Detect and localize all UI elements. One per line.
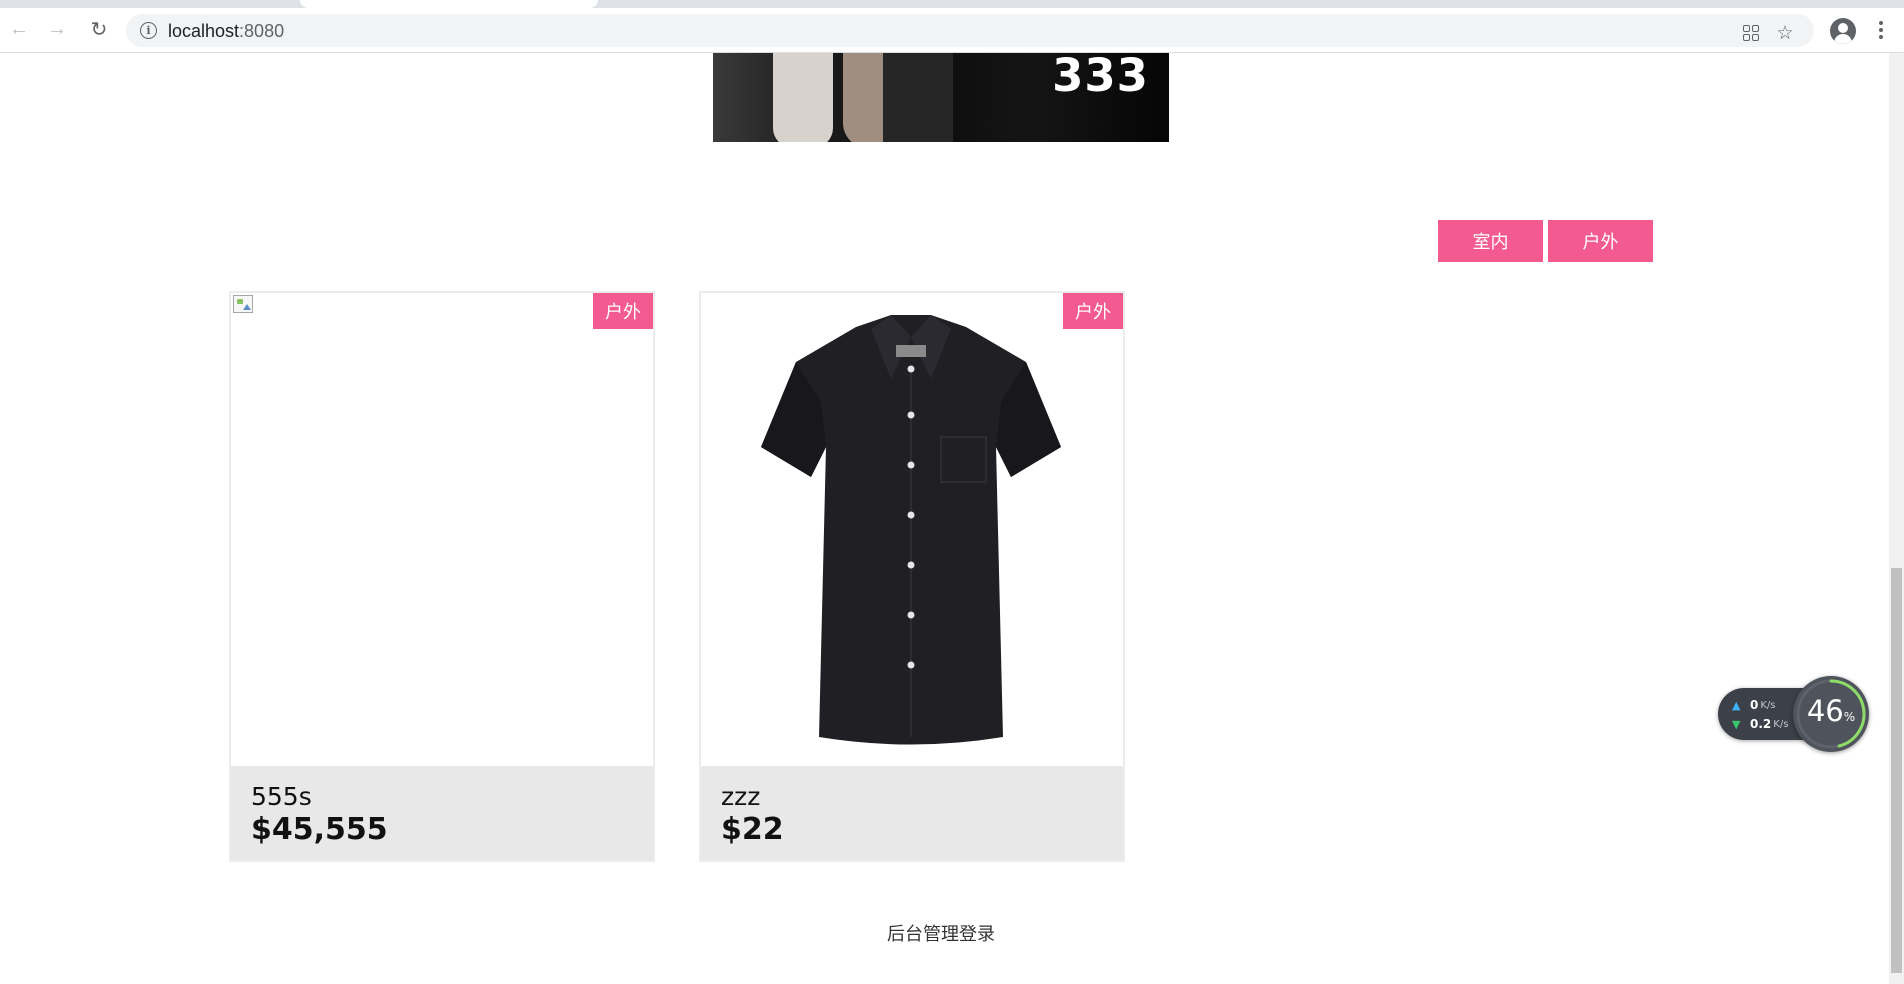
category-badge: 户外 <box>1063 293 1123 329</box>
scrollbar-thumb[interactable] <box>1891 568 1902 973</box>
reload-button[interactable]: ↻ <box>84 14 114 44</box>
product-info: zzz $22 <box>701 766 1123 860</box>
product-image[interactable] <box>701 293 1123 766</box>
grid-icon[interactable] <box>1740 22 1762 44</box>
arrow-right-icon: → <box>47 17 67 40</box>
product-image[interactable] <box>231 293 653 766</box>
active-tab[interactable] <box>300 0 598 8</box>
cpu-gauge[interactable]: 46% <box>1793 676 1869 752</box>
back-button[interactable]: ← <box>4 14 34 44</box>
url-text[interactable]: localhost:8080 <box>168 21 284 42</box>
product-name: 555s <box>251 782 312 811</box>
broken-image-icon <box>233 295 253 313</box>
cpu-percent: 46% <box>1806 694 1856 728</box>
url-host: localhost <box>168 21 240 41</box>
profile-icon[interactable] <box>1830 18 1856 44</box>
arrow-up-icon: ▲ <box>1732 698 1741 712</box>
forward-button[interactable]: → <box>42 14 72 44</box>
page-scrollbar[interactable] <box>1889 53 1904 984</box>
more-vert-icon[interactable] <box>1876 18 1886 42</box>
product-name: zzz <box>721 782 761 811</box>
arrow-down-icon: ▼ <box>1732 717 1741 731</box>
black-shirt-image <box>761 315 1061 745</box>
url-port: :8080 <box>239 21 285 41</box>
filter-outdoor-button[interactable]: 户外 <box>1548 220 1653 262</box>
admin-login-link[interactable]: 后台管理登录 <box>887 920 995 946</box>
info-icon[interactable]: i <box>140 22 157 39</box>
filter-indoor-button[interactable]: 室内 <box>1438 220 1543 262</box>
browser-toolbar: ← → ↻ i localhost:8080 ☆ <box>0 8 1904 53</box>
tab-strip <box>0 0 1904 8</box>
product-price: $22 <box>721 812 784 847</box>
category-badge: 户外 <box>593 293 653 329</box>
product-info: 555s $45,555 <box>231 766 653 860</box>
star-icon[interactable]: ☆ <box>1774 22 1796 44</box>
banner-text: 333 <box>1052 53 1149 102</box>
browser-chrome: ← → ↻ i localhost:8080 ☆ <box>0 0 1904 53</box>
product-price: $45,555 <box>251 812 388 847</box>
product-card[interactable]: 户外 555s $45,555 <box>229 291 655 862</box>
reload-icon: ↻ <box>90 18 108 41</box>
arrow-left-icon: ← <box>9 17 29 40</box>
product-card[interactable]: 户外 zzz $22 <box>699 291 1125 862</box>
hero-banner: 333 <box>713 53 1169 142</box>
address-bar[interactable]: i localhost:8080 ☆ <box>126 14 1814 47</box>
